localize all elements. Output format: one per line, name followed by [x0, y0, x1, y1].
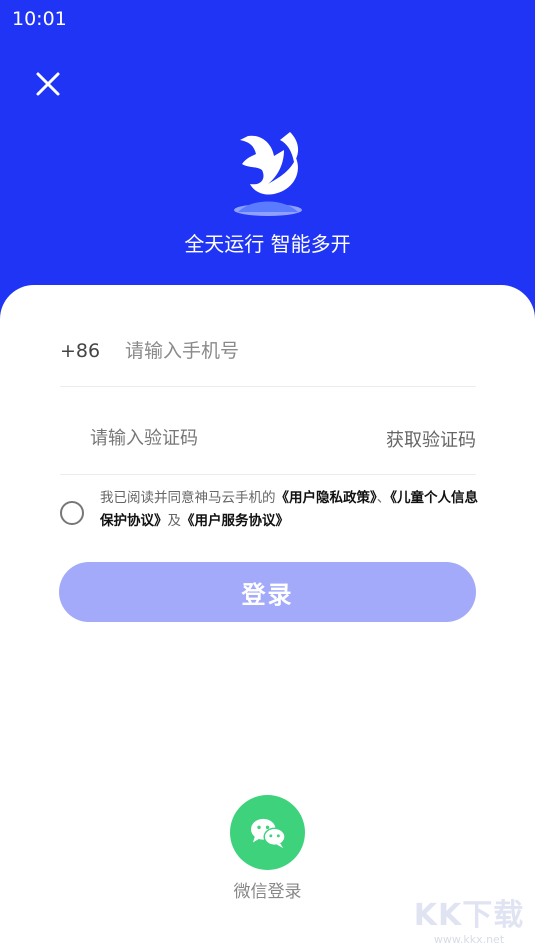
close-icon	[36, 72, 60, 96]
get-code-button[interactable]: 获取验证码	[386, 426, 476, 452]
code-row: 获取验证码	[60, 403, 476, 475]
wechat-login-button[interactable]	[230, 795, 305, 870]
phone-row: +86	[60, 315, 476, 387]
wechat-icon	[250, 818, 286, 848]
country-code[interactable]: +86	[60, 340, 125, 362]
phone-input[interactable]	[125, 339, 455, 362]
agree-radio[interactable]	[60, 501, 84, 525]
status-bar: 10:01	[0, 0, 535, 38]
agreement-row: 我已阅读并同意神马云手机的《用户隐私政策》、《儿童个人信息保护协议》及《用户服务…	[60, 487, 480, 533]
login-card: +86 获取验证码 我已阅读并同意神马云手机的《用户隐私政策》、《儿童个人信息保…	[0, 285, 535, 951]
watermark-url: www.kkx.net	[433, 933, 505, 946]
privacy-policy-link[interactable]: 《用户隐私政策》	[276, 490, 377, 506]
agreement-separator: 、	[376, 490, 391, 506]
close-button[interactable]	[32, 68, 64, 100]
agreement-text: 我已阅读并同意神马云手机的《用户隐私政策》、《儿童个人信息保护协议》及《用户服务…	[100, 487, 480, 533]
horse-logo-icon	[234, 132, 302, 216]
watermark-logo: KK下载	[413, 898, 525, 933]
slogan: 全天运行 智能多开	[184, 232, 351, 256]
app-logo	[228, 128, 308, 216]
watermark: KK下载 www.kkx.net	[409, 899, 529, 947]
agreement-prefix: 我已阅读并同意神马云手机的	[100, 490, 276, 506]
status-time: 10:01	[12, 8, 67, 30]
login-button[interactable]: 登录	[59, 562, 476, 622]
agreement-and: 及	[167, 513, 182, 529]
service-agreement-link[interactable]: 《用户服务协议》	[181, 513, 289, 529]
verification-code-input[interactable]	[90, 428, 320, 449]
